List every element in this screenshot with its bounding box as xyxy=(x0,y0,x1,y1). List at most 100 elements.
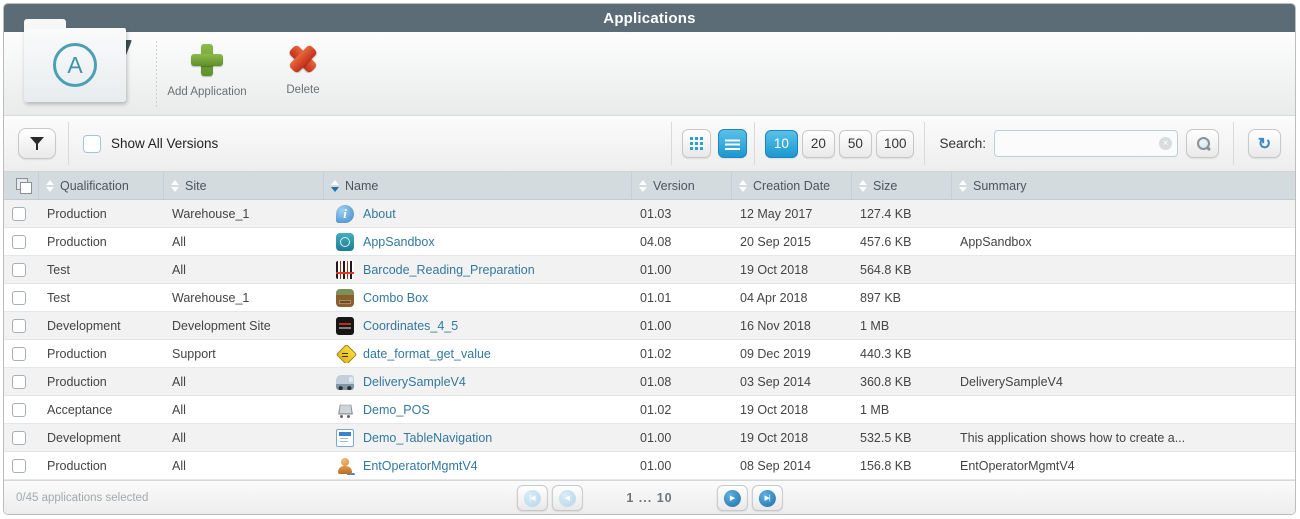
page-size-10-button[interactable]: 10 xyxy=(764,129,798,158)
app-name-link[interactable]: About xyxy=(363,207,396,221)
size-cell: 897 KB xyxy=(860,290,902,305)
row-checkbox[interactable] xyxy=(12,290,26,305)
version-cell: 01.02 xyxy=(640,346,672,361)
creation-date-cell: 03 Sep 2014 xyxy=(740,374,811,389)
qualification-cell: Development xyxy=(47,318,121,333)
sort-arrows-icon xyxy=(859,179,867,192)
app-name-link[interactable]: Coordinates_4_5 xyxy=(363,319,458,333)
clear-search-icon[interactable]: × xyxy=(1159,137,1172,150)
qualification-cell: Production xyxy=(47,374,107,389)
footer: 0/45 applications selected |◀ ◀ 1 ... 10… xyxy=(4,480,1295,514)
show-all-versions-checkbox[interactable] xyxy=(83,134,101,153)
refresh-button[interactable]: ↻ xyxy=(1248,129,1281,158)
column-header-site[interactable]: Site xyxy=(164,172,324,199)
site-cell: All xyxy=(172,234,186,249)
page-size-20-button[interactable]: 20 xyxy=(801,129,835,158)
first-page-icon: |◀ xyxy=(523,489,541,507)
app-window: Applications A Add Application Delete Sh… xyxy=(3,3,1296,515)
page-size-50-button[interactable]: 50 xyxy=(838,129,872,158)
summary-cell: EntOperatorMgmtV4 xyxy=(960,458,1075,473)
table-row[interactable]: Production All AppSandbox 04.08 20 Sep 2… xyxy=(4,228,1295,256)
column-header-name[interactable]: Name xyxy=(324,172,632,199)
table-row[interactable]: Production Warehouse_1 About 01.03 12 Ma… xyxy=(4,200,1295,228)
column-header-creation-date[interactable]: Creation Date xyxy=(732,172,852,199)
next-page-button[interactable]: ▶ xyxy=(716,485,748,511)
grid-view-button[interactable] xyxy=(681,129,711,158)
table-row[interactable]: Production Support date_format_get_value… xyxy=(4,340,1295,368)
search-input[interactable] xyxy=(994,130,1178,157)
creation-date-cell: 04 Apr 2018 xyxy=(740,290,808,305)
size-cell: 1 MB xyxy=(860,318,890,333)
version-cell: 01.00 xyxy=(640,430,672,445)
coordinates-app-icon xyxy=(336,316,354,335)
app-name-link[interactable]: date_format_get_value xyxy=(363,347,491,361)
site-cell: All xyxy=(172,458,186,473)
version-cell: 01.00 xyxy=(640,458,672,473)
row-checkbox[interactable] xyxy=(12,402,26,417)
app-name-link[interactable]: AppSandbox xyxy=(363,235,435,249)
page-size-100-button[interactable]: 100 xyxy=(875,129,915,158)
title-bar: Applications xyxy=(4,4,1295,32)
row-checkbox[interactable] xyxy=(12,346,26,361)
info-icon xyxy=(336,204,354,223)
summary-cell: AppSandbox xyxy=(960,234,1032,249)
table-row[interactable]: Test All Barcode_Reading_Preparation 01.… xyxy=(4,256,1295,284)
table-row[interactable]: Production All EntOperatorMgmtV4 01.00 0… xyxy=(4,452,1295,480)
list-icon xyxy=(724,137,740,150)
select-all-icon[interactable] xyxy=(16,177,32,194)
qualification-cell: Production xyxy=(47,458,107,473)
sort-arrows-icon xyxy=(739,179,747,192)
app-name-link[interactable]: Barcode_Reading_Preparation xyxy=(363,263,535,277)
add-application-button[interactable]: Add Application xyxy=(152,42,262,98)
version-cell: 01.08 xyxy=(640,374,672,389)
site-cell: All xyxy=(172,374,186,389)
app-name-link[interactable]: Combo Box xyxy=(363,291,428,305)
applications-folder-icon: A xyxy=(24,18,144,110)
table-row[interactable]: Development All Demo_TableNavigation 01.… xyxy=(4,424,1295,452)
row-checkbox[interactable] xyxy=(12,262,26,277)
row-checkbox[interactable] xyxy=(12,430,26,445)
previous-page-button[interactable]: ◀ xyxy=(551,485,583,511)
table-row[interactable]: Acceptance All Demo_POS 01.02 19 Oct 201… xyxy=(4,396,1295,424)
creation-date-cell: 19 Oct 2018 xyxy=(740,402,809,417)
select-all-header[interactable] xyxy=(4,172,39,199)
summary-cell: DeliverySampleV4 xyxy=(960,374,1063,389)
first-page-button[interactable]: |◀ xyxy=(516,485,548,511)
page-title: Applications xyxy=(603,9,696,27)
row-checkbox[interactable] xyxy=(12,374,26,389)
row-checkbox[interactable] xyxy=(12,234,26,249)
row-checkbox[interactable] xyxy=(12,206,26,221)
list-view-button[interactable] xyxy=(717,129,747,158)
column-header-version[interactable]: Version xyxy=(632,172,732,199)
delete-button[interactable]: Delete xyxy=(248,42,358,96)
site-cell: Support xyxy=(172,346,216,361)
pagination: |◀ ◀ 1 ... 10 ▶ ▶| xyxy=(514,485,784,511)
app-name-link[interactable]: EntOperatorMgmtV4 xyxy=(363,459,478,473)
table-row[interactable]: Development Development Site Coordinates… xyxy=(4,312,1295,340)
search-box: × xyxy=(994,130,1178,157)
table-row[interactable]: Production All DeliverySampleV4 01.08 03… xyxy=(4,368,1295,396)
table-row[interactable]: Test Warehouse_1 Combo Box 01.01 04 Apr … xyxy=(4,284,1295,312)
row-checkbox[interactable] xyxy=(12,458,26,473)
search-button[interactable] xyxy=(1186,129,1219,158)
app-name-link[interactable]: Demo_TableNavigation xyxy=(363,431,492,445)
version-cell: 04.08 xyxy=(640,234,672,249)
column-header-qualification[interactable]: Qualification xyxy=(39,172,164,199)
qualification-cell: Production xyxy=(47,206,107,221)
last-page-button[interactable]: ▶| xyxy=(751,485,783,511)
creation-date-cell: 12 May 2017 xyxy=(740,206,813,221)
page-range-label: 1 ... 10 xyxy=(626,491,673,505)
toolbar: A Add Application Delete xyxy=(4,19,1295,116)
row-checkbox[interactable] xyxy=(12,318,26,333)
previous-page-icon: ◀ xyxy=(558,489,576,507)
combobox-app-icon xyxy=(336,288,354,307)
version-cell: 01.02 xyxy=(640,402,672,417)
app-name-link[interactable]: DeliverySampleV4 xyxy=(363,375,466,389)
filter-button[interactable] xyxy=(18,128,56,159)
column-header-size[interactable]: Size xyxy=(852,172,952,199)
size-cell: 360.8 KB xyxy=(860,374,912,389)
app-name-link[interactable]: Demo_POS xyxy=(363,403,430,417)
summary-cell: This application shows how to create a..… xyxy=(960,430,1186,445)
site-cell: Development Site xyxy=(172,318,271,333)
column-header-summary[interactable]: Summary xyxy=(952,172,1295,199)
